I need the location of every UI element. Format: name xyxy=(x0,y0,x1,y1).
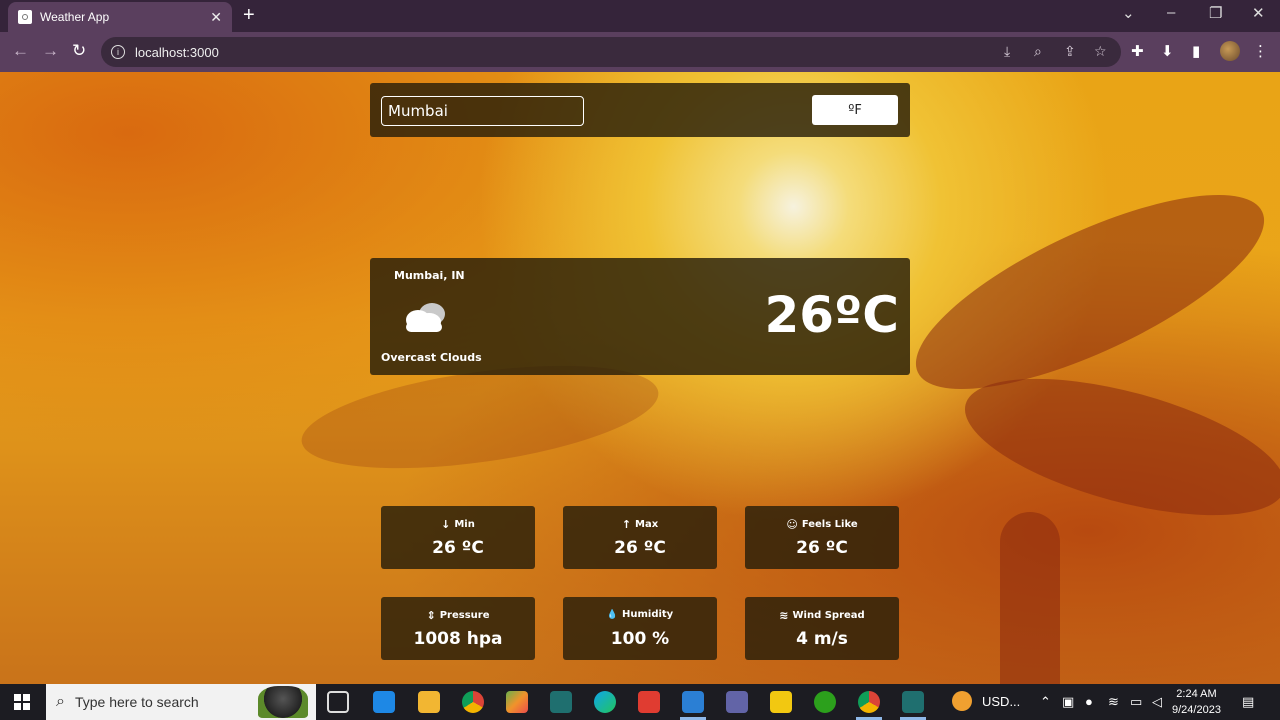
taskbar-clock[interactable]: 2:24 AM 9/24/2023 xyxy=(1172,686,1221,718)
stat-feels-like: ☺ Feels Like 26 ºC xyxy=(745,506,899,569)
current-temperature: 26ºC xyxy=(764,286,899,344)
stat-label: Max xyxy=(635,519,659,530)
unit-toggle-button[interactable]: ºF xyxy=(812,95,898,125)
cloud-icon xyxy=(406,303,445,332)
search-panel: ºF xyxy=(370,83,910,137)
stat-pressure: ⇕ Pressure 1008 hpa xyxy=(381,597,535,660)
search-highlight-image xyxy=(258,686,308,718)
network-icon[interactable]: ≋ xyxy=(1108,694,1119,710)
task-view-icon[interactable] xyxy=(327,691,349,713)
profile-avatar[interactable] xyxy=(1220,41,1240,61)
clock-time: 2:24 AM xyxy=(1176,688,1217,700)
volume-icon[interactable]: ◁ xyxy=(1152,694,1162,710)
arrow-down-icon: ↓ xyxy=(441,518,451,531)
chevron-up-icon[interactable]: ⌃ xyxy=(1040,694,1051,710)
tab-title: Weather App xyxy=(40,10,110,24)
stat-label: Feels Like xyxy=(801,519,858,530)
vscode-icon[interactable] xyxy=(682,691,704,713)
site-info-icon[interactable]: i xyxy=(111,45,125,59)
office-icon[interactable] xyxy=(638,691,660,713)
new-tab-button[interactable]: + xyxy=(243,4,255,26)
current-weather-card: Mumbai, IN Overcast Clouds 26ºC xyxy=(370,258,910,375)
reload-icon[interactable]: ↻ xyxy=(72,41,86,61)
favicon-icon xyxy=(18,10,32,24)
search-icon: ⌕ xyxy=(56,693,65,710)
city-search-input[interactable] xyxy=(381,96,584,126)
minimize-button[interactable]: – xyxy=(1167,4,1175,21)
stat-value: 4 m/s xyxy=(796,629,848,649)
stat-label: Humidity xyxy=(621,609,674,620)
city-name: Mumbai, IN xyxy=(394,269,465,282)
terminal-app-icon[interactable] xyxy=(550,691,572,713)
close-window-button[interactable]: ✕ xyxy=(1252,4,1265,22)
meet-icon[interactable]: ▣ xyxy=(1062,694,1074,710)
battery-icon[interactable]: ▭ xyxy=(1130,694,1142,710)
powerbi-icon[interactable] xyxy=(770,691,792,713)
stat-label: Wind Spread xyxy=(792,610,865,621)
address-bar[interactable]: i localhost:3000 xyxy=(101,37,1121,67)
maximize-button[interactable]: ❐ xyxy=(1209,4,1222,22)
stat-value: 26 ºC xyxy=(796,538,848,558)
downloads-icon[interactable]: ⬇ xyxy=(1161,42,1174,60)
menu-icon[interactable]: ⋮ xyxy=(1253,42,1268,60)
file-explorer-icon[interactable] xyxy=(418,691,440,713)
droplet-icon: 💧 xyxy=(606,609,618,620)
tab-weather-app[interactable]: Weather App ✕ xyxy=(8,2,232,32)
clock-date: 9/24/2023 xyxy=(1172,704,1221,716)
palm-trunk-decoration xyxy=(1000,512,1060,684)
weather-description: Overcast Clouds xyxy=(381,351,482,364)
bookmark-star-icon[interactable]: ☆ xyxy=(1094,43,1107,60)
windows-taskbar: ⌕ Type here to search USD... ⌃ ▣ ● ≋ ▭ ◁… xyxy=(0,684,1280,720)
install-icon[interactable]: ⤓ xyxy=(1004,43,1010,60)
currency-icon[interactable] xyxy=(952,691,972,711)
smile-icon: ☺ xyxy=(786,518,798,531)
notifications-icon[interactable]: ▤ xyxy=(1242,694,1254,710)
stat-label: Pressure xyxy=(439,610,490,621)
zoom-icon[interactable]: ⌕ xyxy=(1034,43,1042,60)
currency-ticker[interactable]: USD... xyxy=(982,694,1020,709)
mail-icon[interactable] xyxy=(373,691,395,713)
quickbooks-icon[interactable] xyxy=(814,691,836,713)
stat-value: 100 % xyxy=(610,629,670,649)
stat-min: ↓ Min 26 ºC xyxy=(381,506,535,569)
stat-humidity: 💧 Humidity 100 % xyxy=(563,597,717,660)
stat-wind: ≋ Wind Spread 4 m/s xyxy=(745,597,899,660)
app-icon[interactable] xyxy=(506,691,528,713)
tab-search-icon[interactable]: ⌄ xyxy=(1122,4,1135,22)
taskbar-search[interactable]: ⌕ Type here to search xyxy=(46,684,316,720)
tab-close-icon[interactable]: ✕ xyxy=(210,9,222,26)
stat-max: ↑ Max 26 ºC xyxy=(563,506,717,569)
start-button[interactable] xyxy=(14,694,30,710)
browser-toolbar: ← → ↻ i localhost:3000 ⤓ ⌕ ⇪ ☆ ✚ ⬇ ▮ ⋮ xyxy=(0,32,1280,72)
stat-value: 26 ºC xyxy=(432,538,484,558)
taskbar-search-placeholder: Type here to search xyxy=(74,694,199,710)
side-panel-icon[interactable]: ▮ xyxy=(1192,42,1200,60)
wind-icon: ≋ xyxy=(779,609,789,622)
stat-label: Min xyxy=(454,519,475,530)
forward-icon[interactable]: → xyxy=(42,41,59,61)
chrome-icon[interactable] xyxy=(462,691,484,713)
weather-page: ºF Mumbai, IN Overcast Clouds 26ºC ↓Min … xyxy=(0,72,1280,684)
stat-value: 1008 hpa xyxy=(413,629,503,649)
pressure-icon: ⇕ xyxy=(426,609,436,622)
teams-icon[interactable] xyxy=(726,691,748,713)
back-icon[interactable]: ← xyxy=(12,41,29,61)
stat-value: 26 ºC xyxy=(614,538,666,558)
share-icon[interactable]: ⇪ xyxy=(1064,43,1076,60)
terminal-app-icon[interactable] xyxy=(902,691,924,713)
edge-icon[interactable] xyxy=(594,691,616,713)
address-text: localhost:3000 xyxy=(135,44,219,60)
chrome-active-icon[interactable] xyxy=(858,691,880,713)
browser-tab-bar: Weather App ✕ + ⌄ – ❐ ✕ xyxy=(0,0,1280,32)
arrow-up-icon: ↑ xyxy=(621,518,632,531)
mic-icon[interactable]: ● xyxy=(1085,694,1093,709)
extensions-icon[interactable]: ✚ xyxy=(1131,42,1144,60)
